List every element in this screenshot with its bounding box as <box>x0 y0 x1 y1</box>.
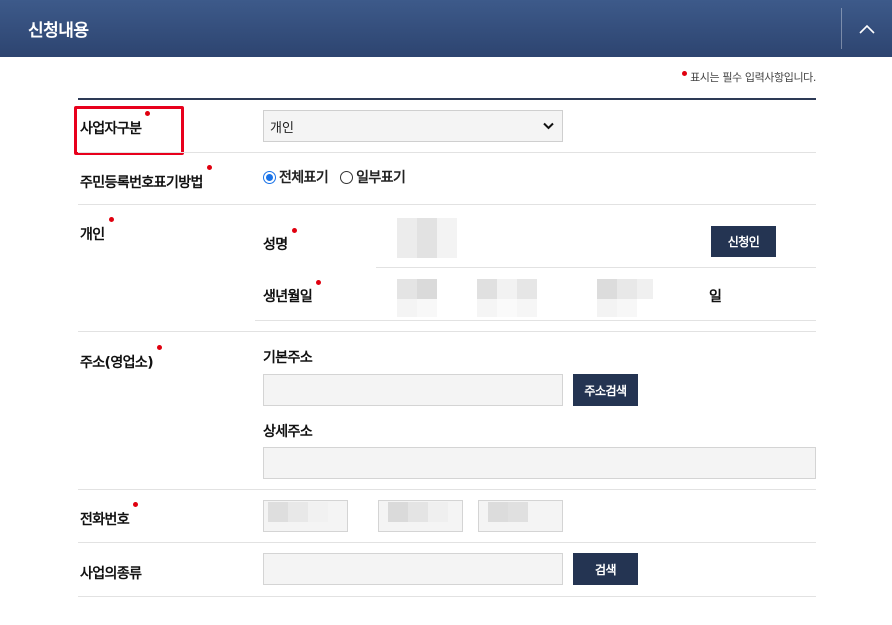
redacted-birth-year <box>397 279 437 299</box>
basic-address-label: 기본주소 <box>263 350 313 366</box>
row-divider <box>78 542 816 543</box>
chevron-down-icon <box>543 122 554 130</box>
required-note: 표시는 필수 입력사항입니다. <box>682 69 816 85</box>
required-dot-icon <box>291 228 297 233</box>
row-divider <box>78 331 816 332</box>
sub-row-divider <box>255 320 816 321</box>
redacted-birth-month <box>477 279 537 299</box>
applicant-button[interactable]: 신청인 <box>711 226 776 257</box>
day-suffix-label: 일 <box>709 289 722 305</box>
name-label: 성명 <box>263 228 297 254</box>
redacted-phone-1 <box>268 502 328 522</box>
rrn-display-label: 주민등록번호표기방법 <box>80 165 212 192</box>
row-divider <box>78 152 816 153</box>
business-kind-label: 사업의종류 <box>80 566 142 582</box>
required-dot-icon <box>206 165 212 170</box>
business-kind-search-button[interactable]: 검색 <box>573 553 638 585</box>
redacted-birth-day <box>597 279 653 299</box>
required-dot-icon <box>133 502 139 507</box>
table-top-border <box>78 98 816 100</box>
phone-label: 전화번호 <box>80 502 139 529</box>
redacted-name <box>397 218 457 258</box>
redacted-phone-3 <box>488 502 528 522</box>
redacted-phone-2 <box>388 502 448 522</box>
radio-partial-display[interactable]: 일부표기 <box>340 167 406 187</box>
address-label: 주소(영업소) <box>80 345 162 372</box>
sub-row-divider <box>376 267 816 268</box>
required-dot-icon <box>682 71 688 76</box>
individual-label: 개인 <box>80 217 114 244</box>
radio-unchecked-icon[interactable] <box>340 170 354 184</box>
section-title: 신청내용 <box>28 21 89 41</box>
chevron-up-icon <box>859 24 875 34</box>
redacted-birth-year-lower <box>397 299 437 317</box>
collapse-button[interactable] <box>842 0 892 57</box>
radio-checked-icon[interactable] <box>263 170 276 184</box>
detail-address-input[interactable] <box>263 447 816 479</box>
row-divider <box>78 489 816 490</box>
business-type-select[interactable]: 개인 <box>263 110 563 142</box>
basic-address-input[interactable] <box>263 374 563 406</box>
row-divider <box>78 596 816 597</box>
row-divider <box>78 204 816 205</box>
detail-address-label: 상세주소 <box>263 424 313 440</box>
birth-date-label: 생년월일 <box>263 280 322 306</box>
required-dot-icon <box>108 217 114 222</box>
radio-full-display[interactable]: 전체표기 <box>263 167 329 187</box>
highlight-box <box>74 106 184 155</box>
redacted-birth-day-lower <box>597 299 637 317</box>
rrn-display-radio-group: 전체표기 일부표기 <box>263 167 417 187</box>
section-header: 신청내용 <box>0 0 892 57</box>
address-search-button[interactable]: 주소검색 <box>573 374 638 406</box>
required-dot-icon <box>316 280 322 285</box>
required-dot-icon <box>157 345 162 350</box>
redacted-birth-month-lower <box>477 299 537 317</box>
business-kind-input[interactable] <box>263 553 563 585</box>
